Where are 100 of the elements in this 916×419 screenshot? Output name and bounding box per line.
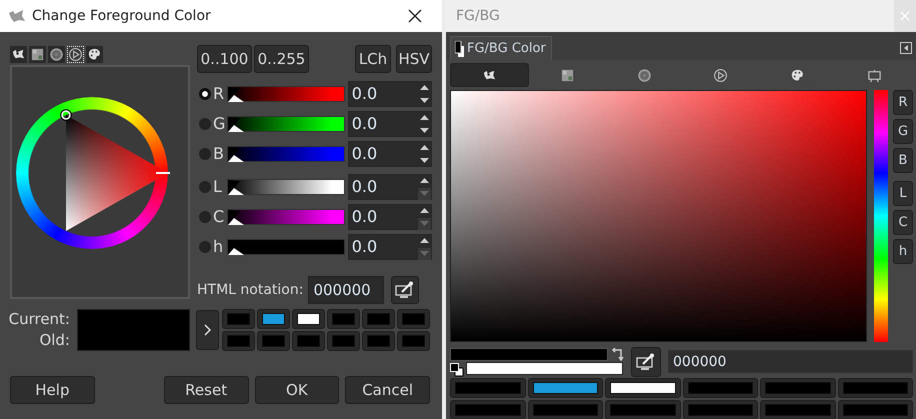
color-selector-tab[interactable] bbox=[29, 46, 46, 63]
dialog-button[interactable]: Reset bbox=[164, 376, 248, 404]
down-arrow-icon[interactable] bbox=[420, 98, 429, 103]
history-swatch[interactable] bbox=[838, 378, 913, 398]
color-selector-tab[interactable] bbox=[450, 63, 529, 87]
channel-radio[interactable] bbox=[199, 211, 211, 223]
background-swatch[interactable] bbox=[466, 362, 623, 374]
color-selector-tab[interactable] bbox=[86, 46, 103, 63]
close-icon[interactable] bbox=[408, 9, 422, 23]
fg-bg-icon bbox=[455, 40, 464, 56]
range-button[interactable]: 0..100 bbox=[197, 45, 252, 73]
value-spinner[interactable]: 0.0 bbox=[348, 111, 432, 137]
slider-thumb[interactable] bbox=[228, 118, 244, 132]
up-arrow-icon[interactable] bbox=[420, 115, 429, 120]
channel-radio[interactable] bbox=[199, 148, 211, 160]
history-swatch[interactable] bbox=[257, 331, 290, 351]
value-spinner[interactable]: 0.0 bbox=[348, 141, 432, 167]
channel-slider[interactable] bbox=[226, 179, 345, 195]
swap-icon[interactable] bbox=[612, 348, 625, 360]
history-swatch[interactable] bbox=[327, 309, 360, 329]
up-arrow-icon[interactable] bbox=[420, 145, 429, 150]
channel-slider[interactable] bbox=[226, 86, 345, 102]
channel-button[interactable]: C bbox=[893, 210, 913, 235]
dialog-button[interactable]: Help bbox=[10, 376, 95, 404]
foreground-swatch[interactable] bbox=[450, 348, 608, 360]
channel-button[interactable]: L bbox=[893, 181, 913, 206]
history-swatch[interactable] bbox=[397, 331, 430, 351]
value-spinner[interactable]: 0.0 bbox=[348, 81, 432, 107]
value-spinner[interactable]: 0.0 bbox=[348, 204, 432, 230]
down-arrow-icon[interactable] bbox=[420, 158, 429, 163]
eyedropper-icon bbox=[636, 352, 656, 370]
history-swatch[interactable] bbox=[222, 331, 255, 351]
channel-radio[interactable] bbox=[199, 118, 211, 130]
history-swatch[interactable] bbox=[682, 400, 758, 419]
eyedropper-button[interactable] bbox=[631, 346, 661, 376]
slider-thumb[interactable] bbox=[228, 148, 244, 162]
history-swatch[interactable] bbox=[362, 309, 395, 329]
channel-button[interactable]: h bbox=[893, 239, 913, 264]
expand-button[interactable] bbox=[196, 310, 219, 350]
dialog-button[interactable]: OK bbox=[254, 376, 340, 404]
up-arrow-icon[interactable] bbox=[420, 178, 429, 183]
up-arrow-icon[interactable] bbox=[420, 85, 429, 90]
history-swatch[interactable] bbox=[362, 331, 395, 351]
current-label: Current: bbox=[8, 309, 70, 330]
history-swatch[interactable] bbox=[450, 378, 526, 398]
history-swatch[interactable] bbox=[605, 378, 680, 398]
color-area[interactable] bbox=[450, 90, 868, 342]
channel-radio[interactable] bbox=[199, 88, 211, 100]
default-colors-icon[interactable] bbox=[450, 362, 464, 376]
color-selector-tab[interactable] bbox=[48, 46, 65, 63]
value-spinner[interactable]: 0.0 bbox=[348, 174, 432, 200]
hex-input[interactable]: 000000 bbox=[308, 276, 384, 304]
panel-menu-icon[interactable] bbox=[900, 42, 912, 54]
history-swatch[interactable] bbox=[222, 309, 255, 329]
up-arrow-icon[interactable] bbox=[420, 208, 429, 213]
channel-button[interactable]: R bbox=[893, 90, 913, 115]
grid-icon bbox=[560, 68, 575, 82]
channel-slider[interactable] bbox=[226, 239, 345, 255]
channel-slider[interactable] bbox=[226, 116, 345, 132]
history-swatch[interactable] bbox=[838, 400, 913, 419]
palette-icon bbox=[87, 47, 102, 62]
channel-button[interactable]: B bbox=[893, 148, 913, 173]
spinner-value: 0.0 bbox=[350, 176, 378, 198]
panel-tab[interactable]: FG/BG Color bbox=[450, 36, 552, 60]
channel-label: C bbox=[213, 206, 226, 228]
history-swatch[interactable] bbox=[528, 378, 603, 398]
history-swatch[interactable] bbox=[327, 331, 360, 351]
hue-strip[interactable] bbox=[874, 90, 888, 342]
history-swatch[interactable] bbox=[760, 400, 836, 419]
channel-slider[interactable] bbox=[226, 209, 345, 225]
history-swatch[interactable] bbox=[397, 309, 430, 329]
channel-slider[interactable] bbox=[226, 146, 345, 162]
slider-thumb[interactable] bbox=[228, 181, 244, 195]
value-spinner[interactable]: 0.0 bbox=[348, 234, 432, 260]
history-swatch[interactable] bbox=[682, 378, 758, 398]
history-swatch[interactable] bbox=[257, 309, 290, 329]
history-swatch[interactable] bbox=[292, 331, 325, 351]
channel-label: L bbox=[213, 176, 223, 198]
easel-icon bbox=[867, 68, 882, 82]
eyedropper-button[interactable] bbox=[391, 276, 420, 304]
channel-button[interactable]: G bbox=[893, 119, 913, 144]
history-swatch[interactable] bbox=[760, 378, 836, 398]
history-swatch[interactable] bbox=[528, 400, 603, 419]
history-swatch[interactable] bbox=[605, 400, 680, 419]
channel-label: B bbox=[213, 143, 225, 165]
hex-input[interactable]: 000000 bbox=[668, 350, 913, 373]
circle-icon bbox=[636, 68, 652, 82]
channel-radio[interactable] bbox=[199, 181, 211, 193]
channel-radio[interactable] bbox=[199, 241, 211, 253]
color-model-button[interactable]: HSV bbox=[396, 45, 432, 73]
channel-label: h bbox=[213, 236, 224, 258]
range-button[interactable]: 0..255 bbox=[254, 45, 309, 73]
history-swatch[interactable] bbox=[450, 400, 526, 419]
slider-thumb[interactable] bbox=[228, 88, 244, 102]
history-swatch[interactable] bbox=[292, 309, 325, 329]
color-model-button[interactable]: LCh bbox=[355, 45, 391, 73]
slider-thumb[interactable] bbox=[228, 211, 244, 225]
up-arrow-icon[interactable] bbox=[420, 238, 429, 243]
down-arrow-icon[interactable] bbox=[420, 128, 429, 133]
dialog-button[interactable]: Cancel bbox=[345, 376, 430, 404]
